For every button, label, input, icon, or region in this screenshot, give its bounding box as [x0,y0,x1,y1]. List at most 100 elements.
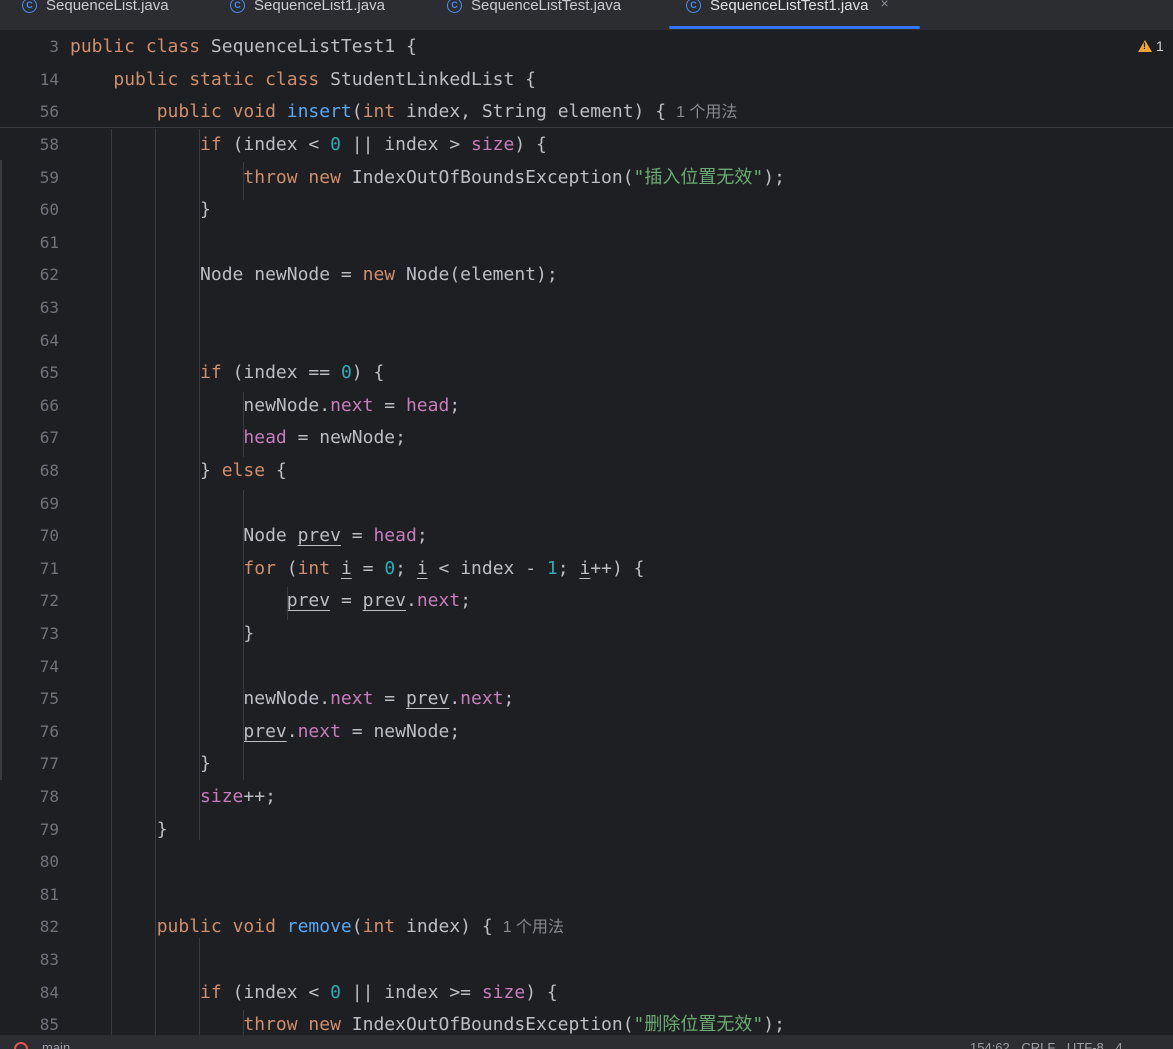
code-line[interactable]: throw new IndexOutOfBoundsException("删除位… [70,1009,785,1035]
code-token: throw [243,166,309,188]
line-number[interactable]: 63 [0,292,59,324]
tab-sequencelist[interactable]: C SequenceList.java [22,0,169,30]
line-number[interactable]: 66 [0,390,59,422]
line-number[interactable]: 72 [0,585,59,617]
line-number[interactable]: 56 [0,96,59,128]
code-line[interactable]: for (int i = 0; i < index - 1; i++) { [70,553,644,585]
line-number[interactable]: 14 [0,64,59,96]
code-line[interactable]: newNode.next = head; [70,390,460,422]
line-number[interactable]: 77 [0,748,59,780]
code-token: = [373,688,406,710]
tab-sequencelist1[interactable]: C SequenceList1.java [230,0,385,30]
code-line[interactable]: public void remove(int index) {1 个用法 [70,911,564,944]
code-token: size [471,134,515,155]
code-token: ); [763,166,785,188]
line-number[interactable]: 82 [0,911,59,943]
git-branch-icon[interactable] [14,1042,28,1049]
code-token: i [579,557,591,579]
code-token: newNode. [70,394,331,416]
line-number[interactable]: 83 [0,944,59,976]
class-icon: C [447,0,462,13]
code-editor[interactable]: 58 if (index < 0 || index > size) { 59 th… [0,30,1173,1035]
code-token: ++; [243,786,276,807]
code-token: ) { [525,981,558,1003]
code-token: . [286,720,298,742]
code-token: ; [503,688,515,710]
line-number[interactable]: 3 [0,31,59,63]
code-line[interactable]: size++; [70,781,276,813]
code-line[interactable]: prev.next = newNode; [70,716,460,748]
code-token: StudentLinkedList { [330,68,537,90]
code-line[interactable]: public class SequenceListTest1 { [70,31,417,63]
line-number[interactable]: 80 [0,846,59,878]
line-number[interactable]: 75 [0,683,59,715]
code-line[interactable]: } else { [70,455,287,487]
line-number[interactable]: 59 [0,162,59,194]
code-token: 0 [384,557,396,579]
line-number[interactable]: 65 [0,357,59,389]
tab-label: SequenceListTest.java [471,0,622,14]
warning-indicator[interactable]: 1 [1138,38,1164,54]
code-line[interactable]: Node prev = head; [70,520,427,552]
line-number[interactable]: 70 [0,520,59,552]
code-line[interactable]: throw new IndexOutOfBoundsException("插入位… [70,162,785,194]
line-number[interactable]: 71 [0,553,59,585]
line-number[interactable]: 85 [0,1009,59,1035]
line-number[interactable]: 60 [0,194,59,226]
tab-label: SequenceListTest1.java [710,0,869,14]
code-token: "删除位置无效" [633,1014,764,1035]
code-token: { [275,460,287,481]
line-number[interactable]: 74 [0,651,59,683]
status-branch[interactable]: main [42,1040,70,1049]
line-number[interactable]: 79 [0,814,59,846]
line-number[interactable]: 76 [0,716,59,748]
line-number[interactable]: 84 [0,977,59,1009]
code-line[interactable]: head = newNode; [70,422,406,454]
usage-hint[interactable]: 1 个用法 [503,919,564,936]
code-line[interactable]: if (index < 0 || index >= size) { [70,977,558,1009]
line-number[interactable]: 61 [0,227,59,259]
code-line[interactable]: } [70,194,211,226]
code-token: int [297,557,341,579]
code-token: 0 [330,981,341,1003]
line-number[interactable]: 67 [0,422,59,454]
code-line[interactable]: public static class StudentLinkedList { [70,64,536,96]
tab-sequencelisttest[interactable]: C SequenceListTest.java [447,0,621,30]
code-line[interactable]: newNode.next = prev.next; [70,683,514,715]
line-number[interactable]: 69 [0,488,59,520]
code-line[interactable]: prev = prev.next; [70,585,471,617]
line-number[interactable]: 78 [0,781,59,813]
code-line[interactable]: Node newNode = new Node(element); [70,259,558,291]
close-icon[interactable]: × [880,0,888,11]
status-position[interactable]: 154:62 CRLF UTF-8 4 [970,1040,1123,1049]
code-token: Node newNode = [70,264,363,286]
usage-hint[interactable]: 1 个用法 [676,104,737,121]
code-token: < index - [427,557,547,579]
code-line[interactable]: if (index < 0 || index > size) { [70,129,547,161]
code-token: . [449,688,461,710]
code-token: if [200,981,233,1003]
code-token: head [243,427,287,449]
indent-guide [243,490,244,780]
line-number[interactable]: 81 [0,879,59,911]
code-token: size [200,786,244,807]
code-token: new [308,1014,352,1035]
code-token: ++) { [590,557,645,579]
code-line[interactable]: } [70,814,168,846]
line-number[interactable]: 58 [0,129,59,161]
code-token: for [243,557,287,579]
line-number[interactable]: 64 [0,325,59,357]
scroll-edge [0,160,2,780]
code-token: Node [70,525,298,547]
line-number[interactable]: 68 [0,455,59,487]
code-line[interactable]: } [70,618,254,650]
code-token: remove [286,916,352,938]
code-token: newNode. [70,688,331,710]
line-number[interactable]: 62 [0,259,59,291]
code-line[interactable]: } [70,748,211,780]
code-line[interactable]: public void insert(int index, String ele… [70,96,738,129]
line-number[interactable]: 73 [0,618,59,650]
code-line[interactable]: if (index == 0) { [70,357,384,389]
